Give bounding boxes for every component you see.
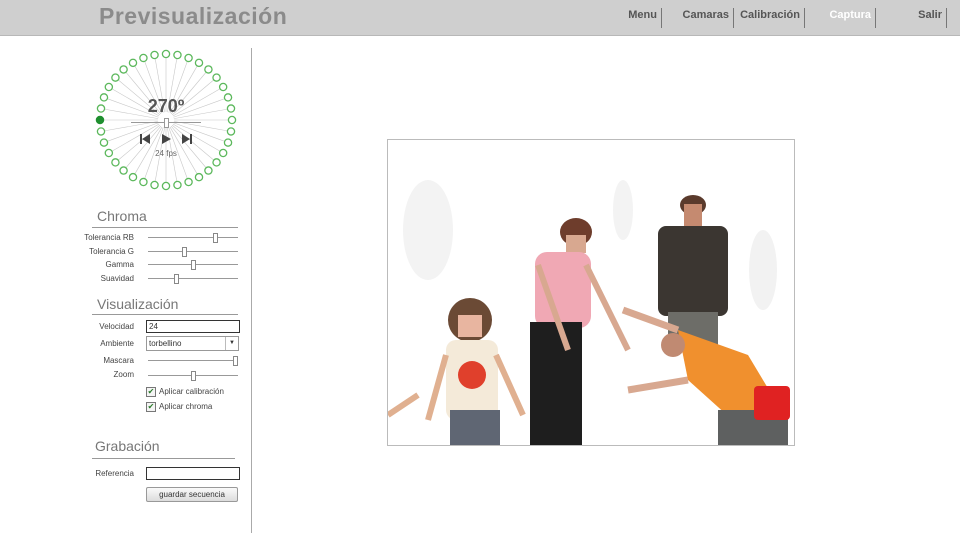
skip-forward-icon (182, 134, 192, 144)
aplicar-chroma-checkbox[interactable]: ✔ (146, 402, 156, 412)
suavidad-label: Suavidad (100, 274, 134, 283)
suavidad-slider[interactable] (148, 274, 238, 284)
sidebar-divider (251, 48, 252, 533)
skip-back-icon (140, 134, 150, 144)
camera-dot[interactable] (104, 82, 114, 92)
top-nav: Menu Camaras Calibración Captura Salir (0, 0, 960, 35)
mascara-label: Mascara (103, 356, 134, 365)
camera-dot[interactable] (184, 177, 193, 187)
velocidad-label: Velocidad (99, 322, 134, 331)
nav-calibracion[interactable]: Calibración (734, 8, 805, 28)
camera-dot[interactable] (99, 138, 109, 147)
play-button[interactable] (159, 132, 173, 146)
play-icon (162, 134, 171, 144)
camera-dot[interactable] (128, 172, 138, 182)
angle-slider-thumb[interactable] (164, 118, 169, 128)
aplicar-chroma-label: Aplicar chroma (159, 402, 213, 411)
suavidad-thumb[interactable] (174, 274, 179, 284)
capture-preview (387, 139, 795, 446)
tolerancia-g-thumb[interactable] (182, 247, 187, 257)
tolerancia-rb-thumb[interactable] (213, 233, 218, 243)
camera-dot[interactable] (218, 82, 228, 92)
ambiente-label: Ambiente (100, 339, 134, 348)
aplicar-calibracion-checkbox[interactable]: ✔ (146, 387, 156, 397)
camera-dot[interactable] (212, 73, 221, 82)
angle-readout: 270º (147, 96, 185, 116)
visualizacion-heading: Visualización (97, 296, 179, 312)
chevron-down-icon[interactable]: ▼ (225, 337, 238, 350)
ambiente-selected-value: torbellino (149, 339, 182, 348)
preview-image (388, 180, 790, 445)
camera-dot[interactable] (194, 58, 204, 68)
guardar-secuencia-button[interactable]: guardar secuencia (146, 487, 238, 502)
angle-slider[interactable] (131, 118, 201, 128)
camera-dot[interactable] (204, 65, 213, 74)
camera-dot[interactable] (119, 166, 128, 175)
camera-dot[interactable] (227, 115, 237, 125)
chroma-heading: Chroma (97, 208, 147, 224)
camera-dot[interactable] (223, 138, 233, 147)
camera-dot[interactable] (150, 180, 159, 190)
camera-dot[interactable] (194, 172, 204, 182)
tolerancia-g-label: Tolerancia G (89, 247, 134, 256)
camera-dot[interactable] (204, 166, 213, 175)
mascara-slider[interactable] (148, 356, 238, 366)
camera-dot[interactable] (226, 127, 236, 136)
tolerancia-rb-slider[interactable] (148, 233, 238, 243)
next-button[interactable] (180, 132, 194, 146)
previous-button[interactable] (138, 132, 152, 146)
aplicar-calibracion-label: Aplicar calibración (159, 387, 224, 396)
camera-dot[interactable] (111, 73, 120, 82)
zoom-thumb[interactable] (191, 371, 196, 381)
referencia-input[interactable] (146, 467, 240, 480)
playback-controls (138, 132, 194, 146)
zoom-label: Zoom (113, 370, 134, 379)
camera-dial: 270º 24 fps (92, 46, 240, 194)
gamma-slider[interactable] (148, 260, 238, 270)
mascara-thumb[interactable] (233, 356, 238, 366)
camera-dot[interactable] (139, 53, 148, 63)
camera-dot[interactable] (161, 181, 171, 191)
nav-menu[interactable]: Menu (600, 8, 662, 28)
camera-dot[interactable] (128, 58, 138, 68)
camera-dot[interactable] (173, 50, 182, 60)
tolerancia-rb-label: Tolerancia RB (84, 233, 134, 242)
camera-dot[interactable] (212, 158, 221, 167)
referencia-label: Referencia (95, 469, 134, 478)
zoom-slider[interactable] (148, 371, 238, 381)
grabacion-heading: Grabación (95, 438, 160, 454)
visualizacion-divider (92, 314, 238, 315)
camera-dot[interactable] (96, 127, 106, 136)
camera-dot[interactable] (173, 180, 182, 190)
gamma-thumb[interactable] (191, 260, 196, 270)
camera-dot[interactable] (139, 177, 148, 187)
tolerancia-g-slider[interactable] (148, 247, 238, 257)
camera-dot[interactable] (119, 65, 128, 74)
top-bar: Previsualización Menu Camaras Calibració… (0, 0, 960, 36)
camera-dot[interactable] (111, 158, 120, 167)
velocidad-input[interactable]: 24 (146, 320, 240, 333)
fps-label: 24 fps (155, 149, 177, 158)
camera-dot[interactable] (150, 50, 159, 60)
grabacion-divider (92, 458, 235, 459)
nav-captura[interactable]: Captura (805, 8, 876, 28)
ambiente-select[interactable]: torbellino ▼ (146, 336, 239, 351)
camera-dot-selected[interactable] (95, 115, 105, 125)
nav-salir[interactable]: Salir (876, 8, 947, 28)
camera-dot[interactable] (161, 49, 171, 59)
gamma-label: Gamma (105, 260, 134, 269)
nav-camaras[interactable]: Camaras (662, 8, 734, 28)
camera-dot[interactable] (184, 53, 193, 63)
chroma-divider (92, 227, 238, 228)
